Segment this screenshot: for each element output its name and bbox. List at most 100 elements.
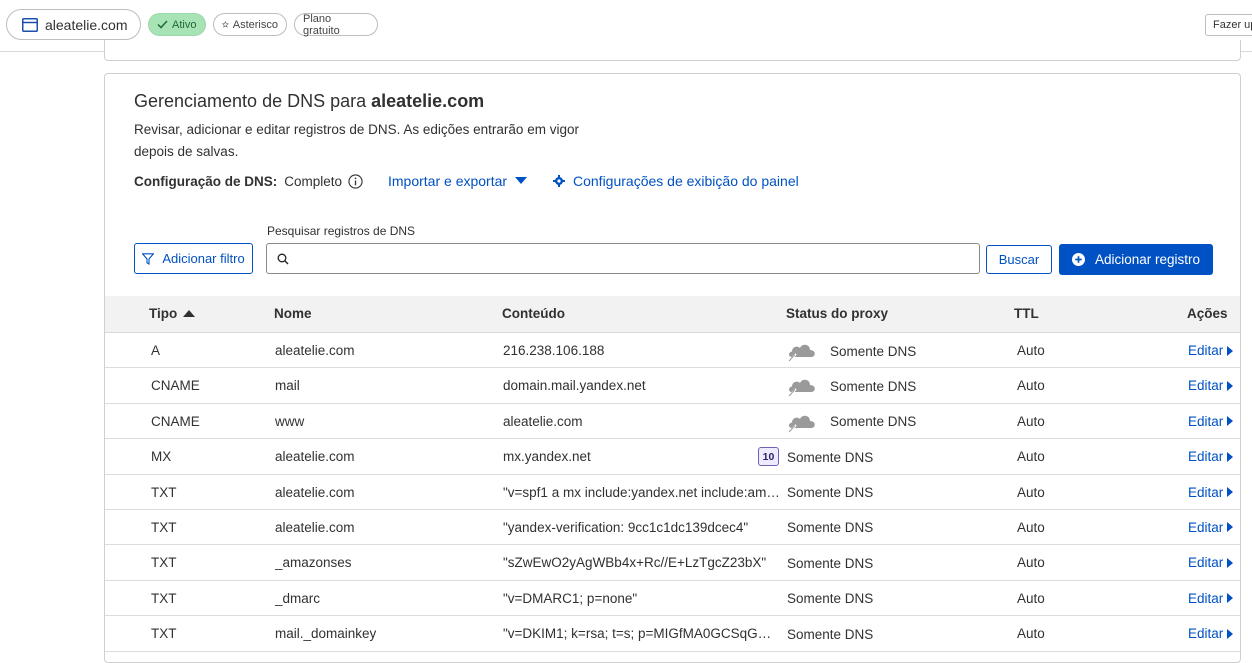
proxy-status-label: Somente DNS — [830, 414, 917, 430]
record-content: mx.yandex.net — [503, 449, 591, 465]
record-content: "v=DKIM1; k=rsa; t=s; p=MIGfMA0GCSqGSIb3… — [503, 626, 780, 642]
proxy-status-label: Somente DNS — [830, 378, 917, 394]
dns-config-value: Completo — [284, 173, 343, 189]
add-record-button[interactable]: Adicionar registro — [1059, 244, 1213, 275]
edit-record-button[interactable]: Editar — [1188, 343, 1240, 358]
record-type: A — [151, 343, 161, 358]
proxy-status-label: Somente DNS — [787, 591, 874, 607]
edit-record-button[interactable]: Editar — [1188, 485, 1240, 500]
caret-right-icon — [1227, 416, 1234, 427]
proxy-status: Somente DNS — [787, 411, 987, 433]
edit-label: Editar — [1188, 626, 1224, 642]
record-content: "v=spf1 a mx include:yandex.net include:… — [503, 484, 780, 500]
filter-icon — [142, 252, 155, 265]
proxy-status: Somente DNS — [787, 552, 987, 574]
edit-label: Editar — [1188, 378, 1224, 394]
column-content[interactable]: Conteúdo — [502, 306, 565, 321]
search-input[interactable] — [297, 251, 957, 266]
domain-name: aleatelie.com — [45, 16, 128, 33]
add-filter-label: Adicionar filtro — [162, 251, 245, 266]
sort-ascending-icon — [183, 310, 196, 317]
cloud-dns-only-icon — [788, 380, 815, 397]
caret-right-icon — [1227, 593, 1234, 604]
record-ttl: Auto — [1017, 378, 1045, 394]
edit-label: Editar — [1188, 555, 1224, 571]
add-record-label: Adicionar registro — [1094, 252, 1201, 267]
caret-right-icon — [1227, 557, 1234, 568]
caret-right-icon — [1227, 380, 1234, 391]
search-field[interactable] — [266, 243, 980, 274]
proxy-status: Somente DNS — [787, 517, 987, 539]
record-ttl: Auto — [1017, 449, 1045, 465]
record-ttl: Auto — [1017, 343, 1045, 358]
record-name: www — [275, 413, 305, 429]
column-actions: Ações — [1187, 306, 1228, 321]
import-export-label: Importar e exportar — [388, 173, 508, 189]
record-name: aleatelie.com — [275, 519, 355, 535]
record-content: "sZwEwO2yAgWBb4x+Rc//E+LzTgcZ23bX" — [503, 555, 767, 571]
edit-label: Editar — [1188, 343, 1224, 358]
record-name: _amazonses — [275, 555, 352, 571]
edit-record-button[interactable]: Editar — [1188, 449, 1240, 464]
table-row: TXT _amazonses "sZwEwO2yAgWBb4x+Rc//E+LzTg… — [105, 545, 1240, 581]
record-ttl: Auto — [1017, 626, 1045, 642]
edit-record-button[interactable]: Editar — [1188, 590, 1240, 606]
search-button[interactable]: Buscar — [986, 245, 1052, 274]
upgrade-button[interactable]: Fazer up — [1205, 14, 1252, 36]
plan-label: Plano gratuito — [303, 12, 340, 37]
gear-icon — [553, 175, 565, 187]
record-name: aleatelie.com — [275, 449, 355, 465]
proxy-status-label: Somente DNS — [830, 343, 917, 359]
table-row: TXT _dmarc "v=DMARC1; p=none" Somente DNS Au… — [105, 581, 1240, 617]
proxy-status: Somente DNS — [787, 340, 987, 362]
table-row: TXT mail._domainkey "v=DKIM1; k=rsa; t=s; … — [105, 616, 1240, 652]
record-type: TXT — [151, 626, 177, 642]
record-content: 216.238.106.188 — [503, 343, 605, 358]
proxy-status-label: Somente DNS — [787, 520, 874, 536]
edit-record-button[interactable]: Editar — [1188, 414, 1240, 429]
add-filter-button[interactable]: Adicionar filtro — [134, 243, 253, 274]
plan-badge: Plano gratuito — [294, 12, 378, 37]
record-type: CNAME — [151, 378, 200, 394]
cloud-dns-only-icon — [788, 415, 815, 433]
import-export-dropdown[interactable]: Importar e exportar — [388, 173, 528, 189]
domain-selector[interactable]: aleatelie.com — [6, 9, 141, 40]
dns-config-label: Configuração de DNS: — [134, 173, 278, 189]
star-icon — [222, 20, 229, 28]
check-icon — [157, 20, 168, 29]
table-row: TXT aleatelie.com "yandex-verification: 9c… — [105, 510, 1240, 546]
table-row: Aaleatelie.com 216.238.106.188 Somente DNS… — [105, 333, 1240, 369]
caret-right-icon — [1227, 522, 1234, 533]
column-name[interactable]: Nome — [274, 306, 312, 321]
record-type: MX — [151, 449, 172, 465]
status-badge: Ativo — [148, 13, 206, 36]
record-type: CNAME — [151, 413, 200, 429]
edit-record-button[interactable]: Editar — [1188, 555, 1240, 571]
edit-record-button[interactable]: Editar — [1188, 378, 1240, 394]
search-label: Pesquisar registros de DNS — [267, 224, 416, 238]
upgrade-label: Fazer up — [1213, 19, 1252, 31]
table-row: TXT aleatelie.com "v=spf1 a mx include:yan… — [105, 475, 1240, 510]
dns-config-row: Configuração de DNS: Completo — [134, 171, 363, 191]
edit-record-button[interactable]: Editar — [1188, 626, 1240, 642]
star-label: Asterisco — [232, 18, 278, 31]
plus-circle-icon — [1071, 253, 1085, 266]
record-name: mail — [275, 378, 300, 394]
dns-records-list: Aaleatelie.com 216.238.106.188 Somente DNS… — [105, 333, 1240, 652]
dns-management-card: Gerenciamento de DNS para aleatelie.com … — [104, 73, 1241, 663]
edit-label: Editar — [1188, 590, 1224, 606]
column-type[interactable]: Tipo — [149, 306, 196, 321]
column-type-label: Tipo — [149, 306, 178, 321]
info-icon[interactable] — [348, 173, 363, 189]
edit-label: Editar — [1188, 519, 1224, 535]
caret-right-icon — [1227, 345, 1234, 356]
record-ttl: Auto — [1017, 484, 1045, 500]
edit-record-button[interactable]: Editar — [1188, 519, 1240, 535]
star-button[interactable]: Asterisco — [213, 13, 287, 36]
cloud-dns-only-icon — [788, 344, 815, 362]
caret-right-icon — [1227, 451, 1234, 462]
panel-display-settings-link[interactable]: Configurações de exibição do painel — [553, 173, 799, 189]
record-name: aleatelie.com — [275, 343, 355, 358]
column-ttl[interactable]: TTL — [1014, 306, 1039, 321]
column-proxy-status[interactable]: Status do proxy — [786, 306, 888, 321]
